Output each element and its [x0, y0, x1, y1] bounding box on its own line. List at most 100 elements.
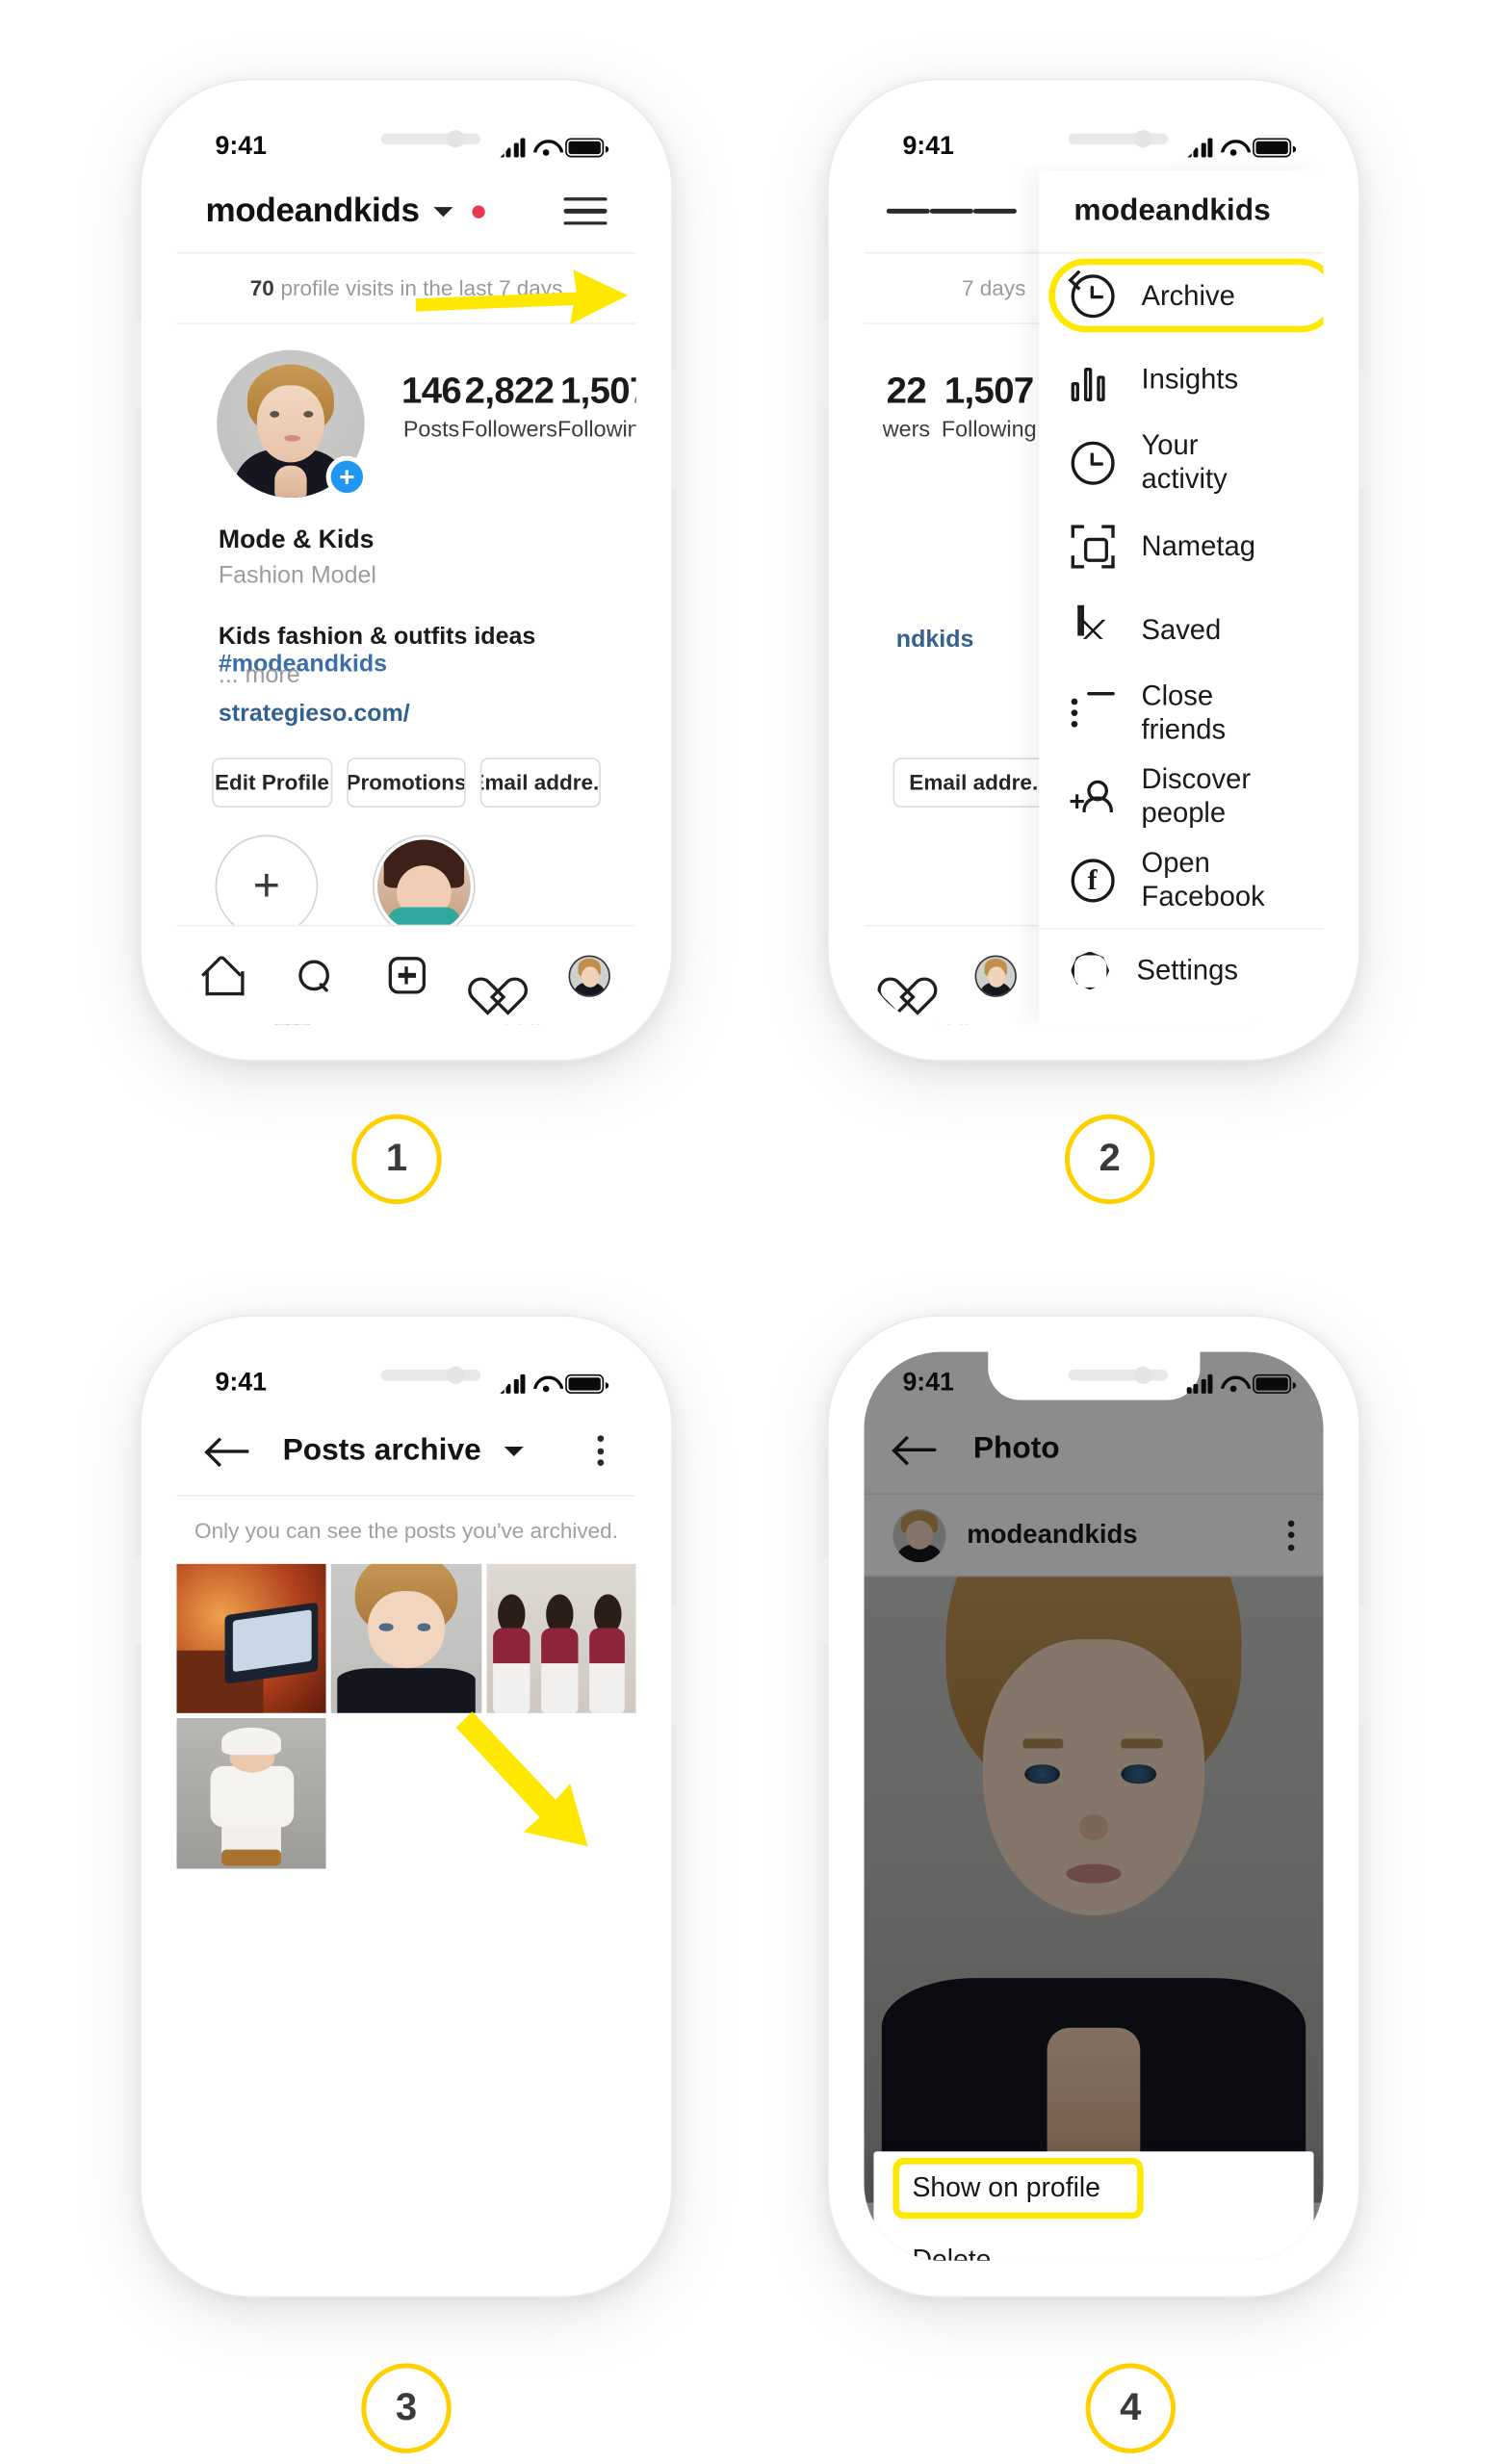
post-author-username[interactable]: modeandkids: [967, 1520, 1137, 1551]
stat-value: 146: [401, 369, 462, 412]
kebab-menu-icon[interactable]: [1287, 1519, 1295, 1551]
stat-label: wers: [882, 416, 931, 442]
popup-delete[interactable]: Delete: [873, 2223, 1313, 2261]
nav-profile[interactable]: [951, 954, 1039, 997]
battery-icon: [565, 1373, 609, 1394]
profile-website-link[interactable]: strategieso.com/: [219, 700, 410, 727]
phone-power-button: [1358, 1605, 1367, 1725]
step-number: 4: [1120, 2385, 1142, 2429]
phone-volume-button: [820, 1557, 829, 1645]
profile-avatar-icon: [973, 954, 1017, 997]
phone-2-screen: 9:41 7 days 22 wers 1,507 Following ndkids…: [864, 116, 1324, 1025]
menu-item-settings[interactable]: Settings: [1038, 928, 1324, 1012]
menu-item-archive[interactable]: Archive: [1039, 254, 1324, 338]
notification-dot: [472, 204, 486, 218]
nav-profile[interactable]: [544, 954, 635, 997]
front-camera: [446, 1366, 464, 1384]
archived-post-laptop[interactable]: [176, 1563, 327, 1714]
edit-profile-button[interactable]: Edit Profile: [212, 757, 332, 808]
profile-display-name: Mode & Kids: [218, 526, 375, 554]
facebook-icon: f: [1071, 858, 1115, 902]
notch: [300, 1351, 512, 1400]
back-arrow-icon[interactable]: [895, 1434, 938, 1466]
behind-stats-fragment: 22 wers 1,507 Following: [877, 370, 1043, 442]
post-photo[interactable]: [864, 1577, 1324, 2203]
profile-avatar-icon: [569, 954, 611, 997]
stat-value: 22: [886, 369, 927, 412]
step-badge-4: 4: [1085, 2363, 1177, 2453]
menu-item-insights[interactable]: Insights: [1039, 337, 1324, 421]
front-camera: [1133, 130, 1151, 148]
phone-volume-button: [133, 1557, 142, 1645]
bio-more-link[interactable]: ... more: [219, 661, 300, 688]
nav-activity[interactable]: [453, 958, 544, 993]
menu-item-label: Saved: [1141, 612, 1222, 645]
step-badge-1: 1: [351, 1114, 442, 1205]
status-time: 9:41: [215, 133, 267, 161]
nav-activity[interactable]: [864, 958, 951, 993]
stat-label: Posts: [402, 416, 460, 442]
archived-post-white-outfit[interactable]: [176, 1718, 327, 1869]
stat-value: 1,507: [559, 369, 636, 412]
stat-followers[interactable]: 2,822 Followers: [461, 370, 557, 442]
photo-navbar: Photo: [864, 1406, 1324, 1494]
chevron-down-icon[interactable]: [433, 206, 453, 217]
stat-value: 2,822: [464, 369, 555, 412]
email-address-button[interactable]: Email addre...: [480, 757, 601, 808]
profile-username[interactable]: modeandkids: [206, 192, 420, 230]
battery-icon: [1253, 1373, 1297, 1394]
phone-1: 9:41 modeandkids 70 profile visits in th…: [133, 80, 680, 1060]
activity-clock-icon: [1071, 440, 1115, 484]
stat-label: Followers: [461, 416, 557, 442]
speaker: [380, 1369, 481, 1381]
insights-bars-icon: [1071, 357, 1114, 401]
behind-bio-fragment: ndkids: [895, 626, 974, 654]
bio-text: Kids fashion & outfits ideas: [218, 623, 536, 651]
phone-4: Photo modeandkids View I: [820, 1316, 1367, 2297]
menu-item-your-activity[interactable]: Your activity: [1039, 421, 1324, 504]
drawer-title: modeandkids: [1038, 170, 1324, 254]
menu-item-label: Nametag: [1141, 528, 1255, 561]
speaker: [1068, 133, 1169, 145]
bottom-navigation: [176, 924, 636, 1025]
post-author-avatar[interactable]: [892, 1508, 946, 1562]
side-drawer: modeandkids Archive Insights Your activi…: [1038, 169, 1324, 1025]
add-story-plus-icon[interactable]: +: [325, 455, 368, 499]
pointer-arrow-hamburger: [416, 270, 629, 324]
menu-item-nametag[interactable]: Nametag: [1039, 504, 1324, 588]
home-icon: [203, 956, 244, 995]
menu-item-label: Insights: [1141, 362, 1239, 395]
profile-avatar[interactable]: +: [217, 349, 368, 499]
status-bar: 9:41: [864, 1352, 1323, 1407]
menu-item-saved[interactable]: Saved: [1039, 588, 1324, 672]
profile-category: Fashion Model: [218, 561, 376, 590]
popup-show-on-profile[interactable]: Show on profile: [873, 2151, 1313, 2223]
hamburger-menu-button[interactable]: [563, 196, 608, 226]
stat-following[interactable]: 1,507 Following: [557, 370, 636, 442]
menu-item-discover-people[interactable]: + Discover people: [1039, 755, 1324, 838]
nav-search[interactable]: [269, 956, 360, 994]
profile-topbar: modeandkids: [176, 169, 636, 254]
page-title: Posts archive: [282, 1432, 481, 1467]
stat-posts[interactable]: 146 Posts: [401, 369, 462, 442]
kebab-menu-icon[interactable]: [597, 1435, 605, 1466]
stat-label: Following: [941, 416, 1037, 442]
heart-icon: [478, 958, 517, 993]
post-header: modeandkids: [864, 1493, 1324, 1578]
nametag-scan-icon: [1071, 524, 1115, 568]
menu-item-close-friends[interactable]: Close friends: [1039, 671, 1324, 755]
hamburger-menu-button[interactable]: [864, 169, 1039, 254]
chevron-down-icon[interactable]: [504, 1446, 524, 1456]
step-badge-2: 2: [1064, 1114, 1155, 1205]
step-number: 3: [395, 2385, 418, 2429]
menu-item-label: Archive: [1141, 278, 1235, 311]
wifi-icon: [1221, 1374, 1245, 1394]
gear-icon: [1071, 951, 1110, 990]
menu-item-open-facebook[interactable]: f Open Facebook: [1039, 838, 1324, 922]
popup-item-label: Delete: [912, 2244, 992, 2261]
back-arrow-icon[interactable]: [208, 1434, 250, 1466]
nav-home[interactable]: [176, 956, 268, 995]
nav-add-post[interactable]: [360, 957, 452, 994]
search-icon: [296, 956, 334, 994]
promotions-button[interactable]: Promotions: [346, 757, 467, 808]
